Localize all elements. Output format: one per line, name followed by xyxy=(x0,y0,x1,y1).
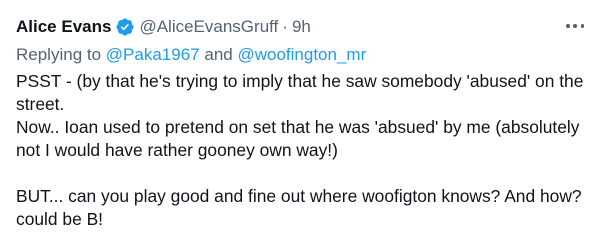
more-dot-icon xyxy=(573,24,577,28)
separator-dot: · xyxy=(282,17,288,36)
tweet-paragraph: Now.. Ioan used to pretend on set that h… xyxy=(16,117,580,160)
user-handle[interactable]: @AliceEvansGruff xyxy=(139,16,278,38)
verified-badge-icon[interactable] xyxy=(115,17,135,37)
tweet-text: PSST - (by that he's trying to imply tha… xyxy=(16,70,588,231)
more-dot-icon xyxy=(580,24,584,28)
tweet: Alice Evans @AliceEvansGruff · 9h Replyi… xyxy=(0,0,600,246)
tweet-paragraph: BUT... can you play good and fine out wh… xyxy=(16,186,582,229)
replying-to-label: Replying to xyxy=(16,45,102,64)
mention-link-woofington[interactable]: @woofington_mr xyxy=(237,45,366,64)
display-name[interactable]: Alice Evans xyxy=(16,16,111,38)
more-options-icon[interactable] xyxy=(566,20,584,32)
mention-link-paka1967[interactable]: @Paka1967 xyxy=(106,45,200,64)
tweet-header: Alice Evans @AliceEvansGruff · 9h xyxy=(16,16,584,38)
timestamp[interactable]: 9h xyxy=(292,16,311,38)
more-dot-icon xyxy=(566,24,570,28)
replying-to-and: and xyxy=(204,45,233,64)
tweet-paragraph: PSST - (by that he's trying to imply tha… xyxy=(16,71,584,114)
replying-to: Replying to @Paka1967 and @woofington_mr xyxy=(16,44,584,66)
